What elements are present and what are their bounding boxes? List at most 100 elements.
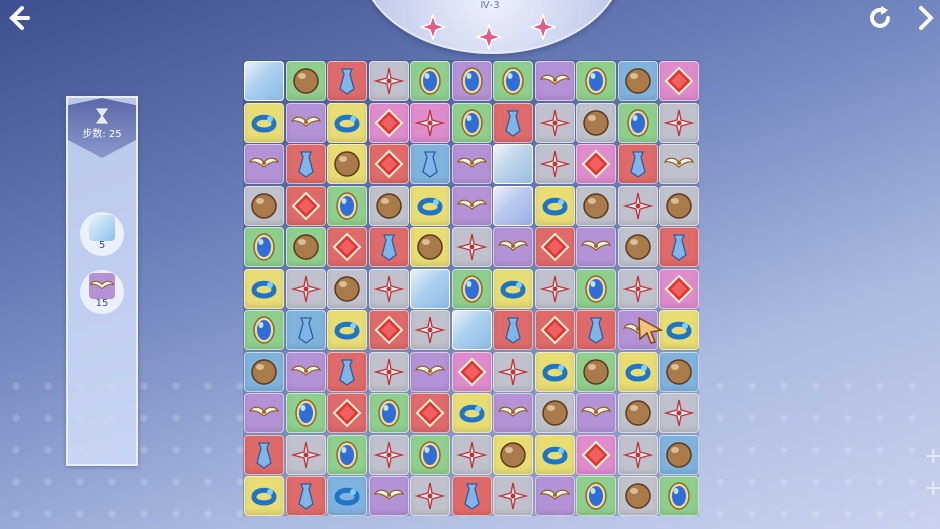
board-cell[interactable] bbox=[410, 144, 450, 184]
board-cell[interactable] bbox=[617, 185, 658, 226]
board-cell[interactable] bbox=[451, 227, 492, 267]
board-cell[interactable] bbox=[659, 102, 699, 143]
board-cell[interactable] bbox=[493, 268, 533, 309]
board-cell[interactable] bbox=[244, 227, 284, 267]
board-cell[interactable] bbox=[576, 268, 616, 309]
board-cell[interactable] bbox=[659, 61, 699, 101]
board-cell[interactable] bbox=[368, 144, 409, 184]
board-cell[interactable] bbox=[368, 351, 409, 392]
board-cell[interactable] bbox=[410, 310, 450, 350]
board-cell[interactable] bbox=[493, 310, 533, 350]
board-cell[interactable] bbox=[493, 476, 533, 516]
board-cell[interactable] bbox=[659, 476, 699, 516]
back-icon[interactable] bbox=[4, 4, 32, 32]
next-icon[interactable] bbox=[912, 4, 940, 32]
board-cell[interactable] bbox=[617, 351, 658, 392]
board-cell[interactable] bbox=[327, 476, 367, 516]
board-cell[interactable] bbox=[327, 102, 367, 143]
board-cell[interactable] bbox=[410, 434, 450, 475]
board-cell[interactable] bbox=[534, 144, 575, 184]
board-cell[interactable] bbox=[617, 393, 658, 433]
board-cell[interactable] bbox=[410, 351, 450, 392]
restart-icon[interactable] bbox=[866, 4, 894, 32]
board-cell[interactable] bbox=[368, 268, 409, 309]
board-cell[interactable] bbox=[659, 434, 699, 475]
board-cell[interactable] bbox=[576, 227, 616, 267]
board-cell[interactable] bbox=[368, 310, 409, 350]
board-cell[interactable] bbox=[617, 227, 658, 267]
board-cell[interactable] bbox=[285, 351, 326, 392]
board-cell[interactable] bbox=[451, 476, 492, 516]
board-cell[interactable] bbox=[327, 185, 367, 226]
board-cell[interactable] bbox=[617, 268, 658, 309]
board-cell[interactable] bbox=[451, 393, 492, 433]
board-cell[interactable] bbox=[327, 351, 367, 392]
board-cell[interactable] bbox=[244, 310, 284, 350]
board-cell[interactable] bbox=[617, 434, 658, 475]
board-cell[interactable] bbox=[327, 434, 367, 475]
board-cell[interactable] bbox=[244, 476, 284, 516]
board-cell[interactable] bbox=[244, 393, 284, 433]
board-cell[interactable] bbox=[285, 268, 326, 309]
board-cell[interactable] bbox=[285, 393, 326, 433]
board-cell[interactable] bbox=[576, 393, 616, 433]
board-cell[interactable] bbox=[534, 434, 575, 475]
board-cell[interactable] bbox=[576, 144, 616, 184]
board-cell[interactable] bbox=[493, 61, 533, 101]
board-cell[interactable] bbox=[576, 61, 616, 101]
board-cell[interactable] bbox=[410, 393, 450, 433]
board-cell[interactable] bbox=[493, 102, 533, 143]
board-cell[interactable] bbox=[368, 61, 409, 101]
board-cell[interactable] bbox=[493, 434, 533, 475]
board-cell[interactable] bbox=[617, 102, 658, 143]
board-cell[interactable] bbox=[493, 393, 533, 433]
board-cell[interactable] bbox=[368, 227, 409, 267]
board-cell[interactable] bbox=[451, 185, 492, 226]
board-cell[interactable] bbox=[534, 393, 575, 433]
board-cell[interactable] bbox=[534, 476, 575, 516]
board-cell[interactable] bbox=[327, 393, 367, 433]
board-cell[interactable] bbox=[659, 268, 699, 309]
board-cell[interactable] bbox=[368, 393, 409, 433]
board-cell[interactable] bbox=[451, 268, 492, 309]
board-cell[interactable] bbox=[576, 476, 616, 516]
board-cell[interactable] bbox=[576, 102, 616, 143]
board-cell[interactable] bbox=[659, 227, 699, 267]
board-cell[interactable] bbox=[451, 61, 492, 101]
board-cell[interactable] bbox=[368, 434, 409, 475]
board-cell[interactable] bbox=[244, 434, 284, 475]
board-cell[interactable] bbox=[534, 102, 575, 143]
board-cell[interactable] bbox=[410, 185, 450, 226]
board-cell[interactable] bbox=[410, 268, 450, 309]
board-cell[interactable] bbox=[659, 144, 699, 184]
board-cell[interactable] bbox=[285, 61, 326, 101]
board-cell[interactable] bbox=[410, 476, 450, 516]
board-cell[interactable] bbox=[576, 351, 616, 392]
board-cell[interactable] bbox=[576, 185, 616, 226]
board-cell[interactable] bbox=[285, 434, 326, 475]
board-cell[interactable] bbox=[244, 61, 284, 101]
board-cell[interactable] bbox=[327, 227, 367, 267]
board-cell[interactable] bbox=[285, 185, 326, 226]
board-cell[interactable] bbox=[617, 144, 658, 184]
board-cell[interactable] bbox=[617, 61, 658, 101]
board-cell[interactable] bbox=[493, 144, 533, 184]
board-cell[interactable] bbox=[285, 310, 326, 350]
board-cell[interactable] bbox=[451, 351, 492, 392]
board-cell[interactable] bbox=[451, 434, 492, 475]
board-cell[interactable] bbox=[285, 227, 326, 267]
board-cell[interactable] bbox=[244, 102, 284, 143]
board-cell[interactable] bbox=[451, 102, 492, 143]
board-cell[interactable] bbox=[327, 310, 367, 350]
board-cell[interactable] bbox=[534, 310, 575, 350]
board-cell[interactable] bbox=[534, 61, 575, 101]
board-cell[interactable] bbox=[410, 102, 450, 143]
board-cell[interactable] bbox=[534, 351, 575, 392]
board-cell[interactable] bbox=[493, 351, 533, 392]
board-cell[interactable] bbox=[327, 268, 367, 309]
board-cell[interactable] bbox=[244, 268, 284, 309]
board-cell[interactable] bbox=[493, 185, 533, 226]
board-cell[interactable] bbox=[451, 310, 492, 350]
board-cell[interactable] bbox=[285, 476, 326, 516]
board-cell[interactable] bbox=[368, 185, 409, 226]
